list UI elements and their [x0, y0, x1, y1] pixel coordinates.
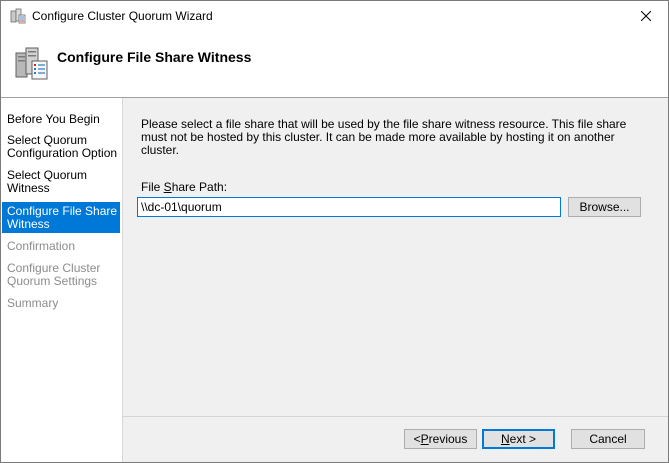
file-share-path-label: File Share Path:	[141, 180, 227, 194]
browse-button[interactable]: Browse...	[568, 197, 641, 217]
nav-step-configure-cluster-quorum-settings: Configure Cluster Quorum Settings	[7, 261, 101, 288]
title-bar: Configure Cluster Quorum Wizard	[1, 1, 668, 31]
label-text: File	[141, 180, 164, 194]
footer-divider	[123, 416, 668, 417]
nav-step-before-you-begin[interactable]: Before You Begin	[2, 113, 120, 126]
button-text: ext >	[509, 432, 537, 446]
window-title: Configure Cluster Quorum Wizard	[32, 9, 213, 23]
file-share-path-input[interactable]	[137, 197, 561, 217]
nav-step-configure-file-share-witness[interactable]: Configure File Share Witness	[2, 202, 120, 233]
nav-step-select-quorum-configuration-option[interactable]: Select Quorum Configuration Option	[2, 134, 120, 160]
next-button[interactable]: Next >	[482, 429, 555, 449]
close-icon	[640, 11, 651, 21]
wizard-steps-nav: Before You Begin Select Quorum Configura…	[1, 98, 123, 462]
cluster-app-icon	[10, 8, 26, 24]
instructions-text: Please select a file share that will be …	[141, 117, 627, 157]
close-button[interactable]	[623, 1, 668, 31]
button-accelerator: N	[500, 432, 510, 446]
wizard-header: Configure File Share Witness	[1, 31, 668, 97]
page-title: Configure File Share Witness	[57, 49, 252, 65]
wizard-content: Please select a file share that will be …	[123, 98, 668, 462]
button-text: revious	[428, 432, 468, 446]
nav-step-select-quorum-witness[interactable]: Select Quorum Witness	[2, 169, 120, 195]
label-accelerator: S	[163, 180, 172, 194]
wizard-window: Configure Cluster Quorum Wizard Configur…	[0, 0, 669, 463]
cluster-server-icon	[15, 47, 48, 80]
nav-step-summary: Summary	[7, 296, 59, 310]
cancel-button[interactable]: Cancel	[571, 429, 645, 449]
button-accelerator: P	[420, 432, 429, 446]
label-text: hare Path:	[171, 180, 228, 194]
nav-step-confirmation: Confirmation	[7, 239, 76, 253]
button-text: <	[413, 432, 421, 446]
previous-button[interactable]: < Previous	[404, 429, 477, 449]
